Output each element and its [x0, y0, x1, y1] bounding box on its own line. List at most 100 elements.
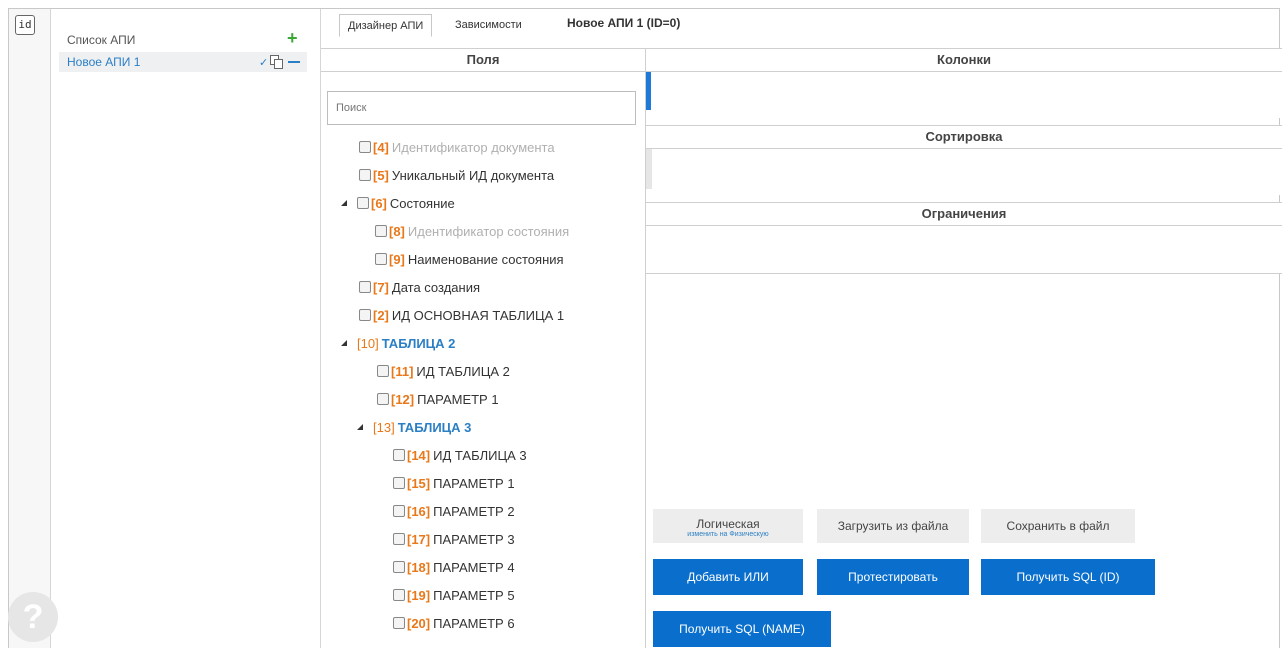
- group-label: ТАБЛИЦА 3: [397, 419, 472, 435]
- checkbox[interactable]: [375, 225, 387, 237]
- tree-node[interactable]: [8] Идентификатор состояния: [375, 217, 569, 245]
- field-label: ПАРАМЕТР 1: [433, 475, 515, 491]
- sort-header: Сортировка: [646, 125, 1282, 149]
- field-label: Наименование состояния: [407, 251, 564, 267]
- field-number: [10]: [357, 335, 379, 351]
- field-label: Идентификатор состояния: [407, 223, 570, 239]
- fields-panel: Поля [4] Идентификатор документа [5] Уни…: [321, 48, 645, 648]
- field-label: ПАРАМЕТР 3: [433, 531, 515, 547]
- tree-node[interactable]: [15] ПАРАМЕТР 1: [393, 469, 515, 497]
- field-label: ПАРАМЕТР 4: [433, 559, 515, 575]
- checkbox[interactable]: [359, 141, 371, 153]
- tree-node[interactable]: [9] Наименование состояния: [375, 245, 564, 273]
- field-number: [13]: [373, 419, 395, 435]
- remove-api-icon[interactable]: [288, 61, 301, 63]
- api-title: Новое АПИ 1 (ID=0): [567, 16, 681, 30]
- field-label: ПАРАМЕТР 2: [433, 503, 515, 519]
- tree-group[interactable]: [10] ТАБЛИЦА 2: [341, 329, 455, 357]
- checkbox[interactable]: [357, 197, 369, 209]
- field-label: Дата создания: [391, 279, 480, 295]
- app-frame: id Список АПИ + Новое АПИ 1 ✓ Дизайнер А…: [8, 8, 1282, 648]
- api-list-item[interactable]: Новое АПИ 1 ✓: [59, 52, 307, 72]
- logical-mode-button[interactable]: Логическая изменить на Физическую: [653, 509, 803, 543]
- field-number: [5]: [373, 167, 389, 183]
- tree-group[interactable]: [13] ТАБЛИЦА 3: [357, 413, 471, 441]
- get-sql-id-button[interactable]: Получить SQL (ID): [981, 559, 1155, 595]
- field-label: Уникальный ИД документа: [391, 167, 555, 183]
- query-panel: Колонки Сортировка Ограничения Логическа…: [645, 48, 1282, 648]
- field-number: [2]: [373, 307, 389, 323]
- field-label: ИД ТАБЛИЦА 2: [416, 363, 510, 379]
- checkbox[interactable]: [393, 533, 405, 545]
- api-list-panel: Список АПИ + Новое АПИ 1 ✓: [51, 9, 321, 648]
- tree-node[interactable]: [14] ИД ТАБЛИЦА 3: [393, 441, 527, 469]
- tab-dependencies[interactable]: Зависимости: [447, 14, 530, 37]
- api-list-item-label[interactable]: Новое АПИ 1: [67, 55, 140, 69]
- checkbox[interactable]: [393, 617, 405, 629]
- get-sql-name-button[interactable]: Получить SQL (NAME): [653, 611, 831, 647]
- tree-node[interactable]: [4] Идентификатор документа: [359, 133, 555, 161]
- tree-node[interactable]: [5] Уникальный ИД документа: [359, 161, 554, 189]
- test-button[interactable]: Протестировать: [817, 559, 969, 595]
- tree-node[interactable]: [12] ПАРАМЕТР 1: [377, 385, 499, 413]
- sort-dropzone[interactable]: [646, 149, 1282, 195]
- checkbox[interactable]: [359, 309, 371, 321]
- load-from-file-button[interactable]: Загрузить из файла: [817, 509, 969, 543]
- checkbox[interactable]: [359, 281, 371, 293]
- field-number: [15]: [407, 475, 431, 491]
- tree-node[interactable]: [17] ПАРАМЕТР 3: [393, 525, 515, 553]
- group-label: ТАБЛИЦА 2: [381, 335, 456, 351]
- checkbox[interactable]: [377, 393, 389, 405]
- sort-indicator: [646, 149, 652, 189]
- field-number: [16]: [407, 503, 431, 519]
- field-number: [14]: [407, 447, 431, 463]
- tree-node[interactable]: [7] Дата создания: [359, 273, 480, 301]
- help-icon[interactable]: ?: [8, 592, 58, 642]
- tree-node[interactable]: [6] Состояние: [341, 189, 455, 217]
- tab-bar: Дизайнер АПИ Зависимости Новое АПИ 1 (ID…: [321, 9, 1281, 37]
- checkbox[interactable]: [377, 365, 389, 377]
- add-api-icon[interactable]: +: [287, 28, 298, 49]
- tree-node[interactable]: [19] ПАРАМЕТР 5: [393, 581, 515, 609]
- chevron-down-icon[interactable]: ✓: [259, 56, 268, 69]
- field-number: [12]: [391, 391, 415, 407]
- checkbox[interactable]: [393, 505, 405, 517]
- columns-dropzone[interactable]: [646, 72, 1282, 118]
- search-input[interactable]: [327, 91, 636, 125]
- checkbox[interactable]: [393, 589, 405, 601]
- field-number: [9]: [389, 251, 405, 267]
- checkbox[interactable]: [375, 253, 387, 265]
- field-label: Идентификатор документа: [391, 139, 555, 155]
- add-or-button[interactable]: Добавить ИЛИ: [653, 559, 803, 595]
- tree-node[interactable]: [18] ПАРАМЕТР 4: [393, 553, 515, 581]
- field-label: Состояние: [389, 195, 455, 211]
- expand-triangle-icon[interactable]: [341, 200, 347, 206]
- tree-node[interactable]: [2] ИД ОСНОВНАЯ ТАБЛИЦА 1: [359, 301, 564, 329]
- save-to-file-button[interactable]: Сохранить в файл: [981, 509, 1135, 543]
- expand-triangle-icon[interactable]: [341, 340, 347, 346]
- tree-node[interactable]: [11] ИД ТАБЛИЦА 2: [377, 357, 510, 385]
- field-number: [8]: [389, 223, 405, 239]
- field-number: [18]: [407, 559, 431, 575]
- checkbox[interactable]: [393, 477, 405, 489]
- field-number: [6]: [371, 195, 387, 211]
- api-list-title: Список АПИ: [67, 33, 136, 47]
- tab-api-designer[interactable]: Дизайнер АПИ: [339, 14, 433, 37]
- checkbox[interactable]: [393, 561, 405, 573]
- logical-mode-sublabel: изменить на Физическую: [687, 531, 769, 538]
- field-number: [11]: [391, 363, 414, 379]
- field-label: ПАРАМЕТР 5: [433, 587, 515, 603]
- tree-node[interactable]: [16] ПАРАМЕТР 2: [393, 497, 515, 525]
- field-label: ИД ТАБЛИЦА 3: [433, 447, 527, 463]
- copy-icon[interactable]: [270, 55, 284, 69]
- checkbox[interactable]: [393, 449, 405, 461]
- tree-node[interactable]: [20] ПАРАМЕТР 6: [393, 609, 515, 637]
- fields-header: Поля: [321, 48, 645, 72]
- field-number: [20]: [407, 615, 431, 631]
- limits-dropzone[interactable]: [646, 226, 1282, 274]
- checkbox[interactable]: [359, 169, 371, 181]
- expand-triangle-icon[interactable]: [357, 424, 363, 430]
- field-label: ИД ОСНОВНАЯ ТАБЛИЦА 1: [391, 307, 565, 323]
- left-rail: id: [9, 9, 51, 648]
- id-toggle-button[interactable]: id: [15, 15, 35, 35]
